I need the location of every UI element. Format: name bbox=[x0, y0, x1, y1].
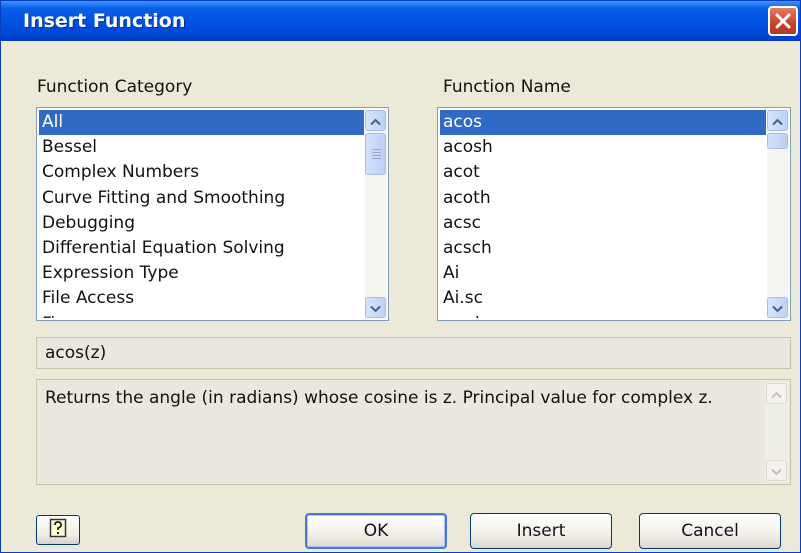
category-list-item[interactable]: Complex Numbers bbox=[39, 160, 364, 185]
function-name-list-item[interactable]: Ai bbox=[440, 261, 766, 286]
function-description-text: Returns the angle (in radians) whose cos… bbox=[45, 388, 713, 408]
category-list-item[interactable]: File Access bbox=[39, 286, 364, 311]
function-name-list[interactable]: acosacoshacotacothacscacschAiAi.scangle bbox=[437, 107, 791, 321]
chevron-down-icon bbox=[370, 298, 381, 317]
category-scroll-down-button[interactable] bbox=[365, 297, 386, 318]
category-scroll-up-button[interactable] bbox=[365, 110, 386, 131]
category-scroll-thumb[interactable] bbox=[365, 133, 386, 175]
insert-button[interactable]: Insert bbox=[470, 513, 612, 549]
category-list-item[interactable]: Debugging bbox=[39, 211, 364, 236]
chevron-down-icon bbox=[772, 298, 783, 317]
function-name-list-item[interactable]: acoth bbox=[440, 186, 766, 211]
name-scroll-up-button[interactable] bbox=[767, 110, 788, 131]
name-items: acosacoshacotacothacscacschAiAi.scangle bbox=[440, 110, 766, 318]
name-scroll-thumb[interactable] bbox=[767, 133, 788, 149]
chevron-up-icon bbox=[772, 111, 783, 130]
function-name-list-item[interactable]: angle bbox=[440, 312, 766, 319]
description-scroll-up-button bbox=[766, 383, 787, 404]
function-syntax-field: acos(z) bbox=[36, 337, 791, 369]
category-list-item[interactable]: Finance bbox=[39, 312, 364, 319]
dialog-title: Insert Function bbox=[23, 10, 186, 32]
category-list-item[interactable]: Bessel bbox=[39, 135, 364, 160]
title-bar[interactable]: Insert Function bbox=[1, 1, 800, 41]
name-scrollbar[interactable] bbox=[767, 109, 789, 319]
close-button[interactable] bbox=[768, 6, 798, 36]
category-items: All Bessel Complex Numbers Curve Fitting an… bbox=[39, 110, 364, 318]
function-name-list-item[interactable]: acos bbox=[440, 110, 766, 136]
insert-function-dialog: Insert Function Function Category All Bes… bbox=[0, 0, 801, 553]
description-scroll-down-button bbox=[766, 460, 787, 481]
function-category-label: Function Category bbox=[37, 77, 193, 97]
function-category-list[interactable]: All Bessel Complex Numbers Curve Fitting an… bbox=[36, 107, 389, 321]
help-button[interactable] bbox=[36, 515, 80, 545]
function-name-list-item[interactable]: Ai.sc bbox=[440, 286, 766, 311]
function-name-list-item[interactable]: acosh bbox=[440, 135, 766, 160]
function-name-list-item[interactable]: acsch bbox=[440, 236, 766, 261]
function-name-list-item[interactable]: acot bbox=[440, 160, 766, 185]
category-list-item[interactable]: Curve Fitting and Smoothing bbox=[39, 186, 364, 211]
function-name-label: Function Name bbox=[443, 77, 571, 97]
category-list-item[interactable]: Differential Equation Solving bbox=[39, 236, 364, 261]
category-list-item[interactable]: Expression Type bbox=[39, 261, 364, 286]
function-name-list-item[interactable]: acsc bbox=[440, 211, 766, 236]
chevron-down-icon bbox=[771, 461, 782, 480]
category-list-item[interactable]: All bbox=[39, 110, 364, 136]
name-scroll-down-button[interactable] bbox=[767, 297, 788, 318]
cancel-button[interactable]: Cancel bbox=[639, 513, 781, 549]
chevron-up-icon bbox=[771, 384, 782, 403]
close-icon bbox=[775, 13, 791, 29]
function-description-box: Returns the angle (in radians) whose cos… bbox=[36, 379, 791, 485]
help-icon bbox=[49, 518, 67, 542]
chevron-up-icon bbox=[370, 111, 381, 130]
category-scrollbar[interactable] bbox=[365, 109, 387, 319]
ok-button[interactable]: OK bbox=[305, 513, 447, 549]
description-scrollbar bbox=[765, 381, 789, 483]
